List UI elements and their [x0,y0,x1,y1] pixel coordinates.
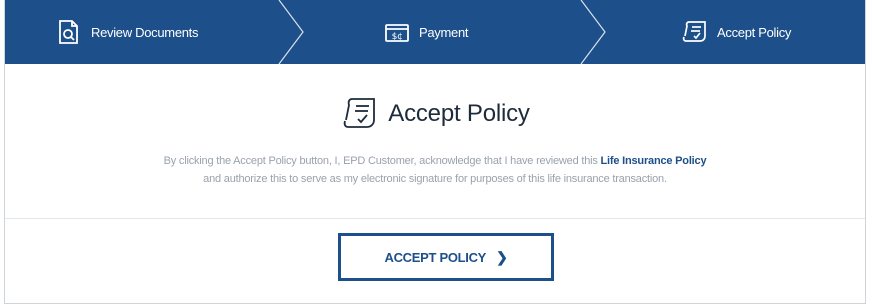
step-label: Payment [419,24,469,40]
policy-scroll-icon [681,18,709,46]
title-row: Accept Policy [5,94,865,134]
page-title: Accept Policy [388,100,530,127]
acknowledgement-text: By clicking the Accept Policy button, I,… [155,152,715,188]
main-content: Accept Policy By clicking the Accept Pol… [5,64,865,218]
accept-policy-button[interactable]: ACCEPT POLICY ❯ [338,233,554,281]
button-label: ACCEPT POLICY [384,249,487,265]
svg-text:$¢: $¢ [392,32,403,42]
desc-text-1: By clicking the Accept Policy button, I,… [163,155,601,167]
step-label: Review Documents [91,24,199,40]
step-separator-chevron [580,0,606,64]
chevron-right-icon: ❯ [496,248,508,265]
step-payment[interactable]: $¢ Payment [383,0,469,64]
document-search-icon [55,18,83,46]
step-accept-policy[interactable]: Accept Policy [681,0,791,64]
life-insurance-policy-link[interactable]: Life Insurance Policy [601,155,707,167]
payment-icon: $¢ [383,18,411,46]
divider [5,218,865,219]
policy-scroll-icon [343,98,376,128]
step-separator-chevron [278,0,304,64]
step-label: Accept Policy [717,24,792,40]
step-review-documents[interactable]: Review Documents [55,0,198,64]
progress-stepper: Review Documents $¢ Payment Accept Polic… [5,0,865,64]
accept-policy-panel: Review Documents $¢ Payment Accept Polic… [4,0,866,304]
desc-text-2: and authorize this to serve as my electr… [203,173,667,185]
